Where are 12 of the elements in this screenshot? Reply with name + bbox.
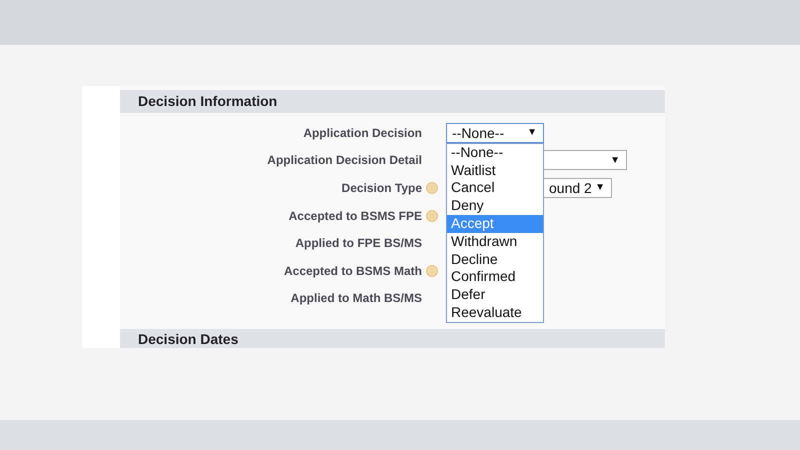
field-label: Application Decision Detail [267,153,422,168]
section-header: Decision Information [120,90,665,113]
field-label: Accepted to BSMS Math [284,264,422,278]
field-label: Applied to FPE BS/MS [295,236,422,250]
section-header: Decision Dates [120,329,665,348]
field-label: Applied to Math BS/MS [290,291,422,306]
caret-icon: ▼ [610,154,620,166]
field-label: Accepted to BSMS FPE [288,208,422,223]
caret-icon: ▼ [595,182,605,194]
field-label: Decision Type [342,180,422,195]
field-label: Application Decision [303,126,422,140]
caret-icon: ▼ [527,127,537,138]
